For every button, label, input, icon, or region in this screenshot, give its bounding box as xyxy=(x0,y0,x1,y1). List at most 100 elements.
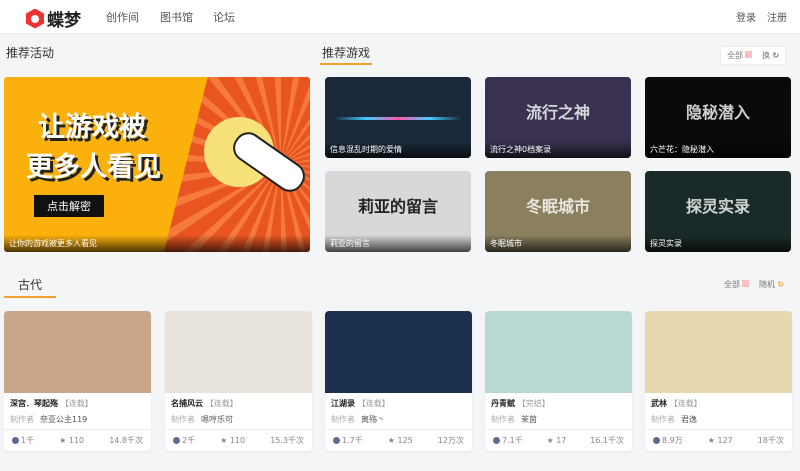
star-icon: ★ xyxy=(707,436,715,445)
star-icon: ★ xyxy=(220,436,228,445)
nav-studio[interactable]: 创作间 xyxy=(106,9,139,25)
game-tile[interactable]: 冬眠城市 冬眠城市 xyxy=(485,171,631,252)
top-header: 蝶梦 创作间 图书馆 论坛 登录 注册 xyxy=(0,0,800,34)
nav-forum[interactable]: 论坛 xyxy=(213,9,235,25)
work-title[interactable]: 武林 xyxy=(651,399,667,408)
work-title[interactable]: 深宫．琴起殇 xyxy=(10,399,58,408)
stars-stat: ★ 110 xyxy=(59,436,85,445)
games-title[interactable]: 推荐游戏 xyxy=(322,44,370,61)
like-icon xyxy=(173,437,180,444)
banner-caption: 让你的游戏被更多人看见 xyxy=(4,235,310,252)
games-controls: 全部 换 ↻ xyxy=(720,46,787,65)
games-tab-underline xyxy=(320,63,372,65)
like-icon xyxy=(653,437,660,444)
category-controls: 全部 随机 ↻ xyxy=(724,279,784,290)
work-card[interactable]: 名捕风云 【连载】 制作者 嗯哼乐可 2千 ★ 110 15.3千次 xyxy=(165,311,312,451)
views-stat: 12万次 xyxy=(437,436,464,445)
work-title[interactable]: 名捕风云 xyxy=(171,399,203,408)
game-tile[interactable]: 信息混乱时期的爱情 xyxy=(325,77,471,158)
likes-stat: 1.7千 xyxy=(333,435,363,446)
views-stat: 18千次 xyxy=(757,436,784,445)
game-caption: 信息混乱时期的爱情 xyxy=(325,141,471,158)
work-cover[interactable] xyxy=(485,311,632,393)
game-art-text: 莉亚的留言 xyxy=(357,197,438,216)
login-link[interactable]: 登录 xyxy=(736,9,756,24)
work-card[interactable]: 深宫．琴起殇 【连载】 制作者 奈亚公主119 1千 ★ 110 14.8千次 xyxy=(4,311,151,451)
like-icon xyxy=(333,437,340,444)
game-tile[interactable]: 探灵实录 探灵实录 xyxy=(645,171,791,252)
category-random-button[interactable]: 随机 ↻ xyxy=(759,279,784,290)
brand-logo[interactable]: 蝶梦 xyxy=(26,6,81,31)
stars-stat: ★ 17 xyxy=(546,436,567,445)
refresh-icon: ↻ xyxy=(772,51,780,60)
likes-stat: 8.9万 xyxy=(653,435,683,446)
banner-line2: 更多人看见 xyxy=(26,152,161,183)
work-author[interactable]: 离殇丶 xyxy=(361,415,385,424)
work-card[interactable]: 丹青赋 【完结】 制作者 茉茵 7.1千 ★ 17 16.1千次 xyxy=(485,311,632,451)
grid-icon xyxy=(745,51,752,58)
author-label: 制作者 xyxy=(331,415,355,424)
brand-name: 蝶梦 xyxy=(47,11,81,31)
views-stat: 15.3千次 xyxy=(270,436,304,445)
game-caption: 探灵实录 xyxy=(645,235,791,252)
games-all-button[interactable]: 全部 xyxy=(727,50,752,61)
work-author[interactable]: 奈亚公主119 xyxy=(40,415,87,424)
author-label: 制作者 xyxy=(651,415,675,424)
likes-stat: 1千 xyxy=(12,435,34,446)
refresh-icon: ↻ xyxy=(777,280,785,289)
game-art-text: 流行之神 xyxy=(525,103,590,122)
likes-stat: 2千 xyxy=(173,435,195,446)
game-tile[interactable]: 莉亚的留言 莉亚的留言 xyxy=(325,171,471,252)
activities-title: 推荐活动 xyxy=(6,46,55,60)
work-status: 【连载】 xyxy=(205,399,238,408)
game-art-wave xyxy=(335,117,461,120)
work-status: 【连载】 xyxy=(60,399,93,408)
game-tile[interactable]: 流行之神 流行之神0档案录 xyxy=(485,77,631,158)
author-label: 制作者 xyxy=(10,415,34,424)
stars-stat: ★ 127 xyxy=(707,436,733,445)
work-author[interactable]: 君逸 xyxy=(681,415,697,424)
banner-line1: 让游戏被 xyxy=(38,112,146,143)
work-cover[interactable] xyxy=(165,311,312,393)
category-all-button[interactable]: 全部 xyxy=(724,279,749,290)
work-cover[interactable] xyxy=(325,311,472,393)
like-icon xyxy=(493,437,500,444)
star-icon: ★ xyxy=(546,436,554,445)
work-author[interactable]: 嗯哼乐可 xyxy=(201,415,233,424)
star-icon: ★ xyxy=(387,436,395,445)
work-cover[interactable] xyxy=(4,311,151,393)
work-card[interactable]: 江湖录 【连载】 制作者 离殇丶 1.7千 ★ 125 12万次 xyxy=(325,311,472,451)
games-refresh-button[interactable]: 换 ↻ xyxy=(762,50,779,61)
star-icon: ★ xyxy=(59,436,67,445)
game-caption: 六芒花：隐秘潜入 xyxy=(645,141,791,158)
work-card[interactable]: 武林 【连载】 制作者 君逸 8.9万 ★ 127 18千次 xyxy=(645,311,792,451)
like-icon xyxy=(12,437,19,444)
work-status: 【完结】 xyxy=(517,399,550,408)
work-author[interactable]: 茉茵 xyxy=(521,415,537,424)
stars-stat: ★ 125 xyxy=(387,436,413,445)
likes-stat: 7.1千 xyxy=(493,435,523,446)
author-label: 制作者 xyxy=(171,415,195,424)
work-status: 【连载】 xyxy=(669,399,702,408)
work-title[interactable]: 丹青赋 xyxy=(491,399,515,408)
stars-stat: ★ 110 xyxy=(220,436,246,445)
game-tile[interactable]: 隐秘潜入 六芒花：隐秘潜入 xyxy=(645,77,791,158)
category-tab-ancient[interactable]: 古代 xyxy=(18,276,42,293)
game-caption: 莉亚的留言 xyxy=(325,235,471,252)
work-title[interactable]: 江湖录 xyxy=(331,399,355,408)
logo-icon xyxy=(26,8,44,29)
views-stat: 16.1千次 xyxy=(590,436,624,445)
banner-decrypt-button[interactable]: 点击解密 xyxy=(34,195,104,217)
game-art-text: 探灵实录 xyxy=(685,197,750,216)
views-stat: 14.8千次 xyxy=(109,436,143,445)
game-caption: 冬眠城市 xyxy=(485,235,631,252)
work-cover[interactable] xyxy=(645,311,792,393)
category-tab-underline xyxy=(4,296,56,298)
work-status: 【连载】 xyxy=(357,399,390,408)
game-caption: 流行之神0档案录 xyxy=(485,141,631,158)
activity-banner[interactable]: 让游戏被 更多人看见 点击解密 让你的游戏被更多人看见 xyxy=(4,77,310,252)
game-art-text: 隐秘潜入 xyxy=(685,103,750,122)
author-label: 制作者 xyxy=(491,415,515,424)
nav-library[interactable]: 图书馆 xyxy=(160,9,193,25)
register-link[interactable]: 注册 xyxy=(767,9,787,24)
